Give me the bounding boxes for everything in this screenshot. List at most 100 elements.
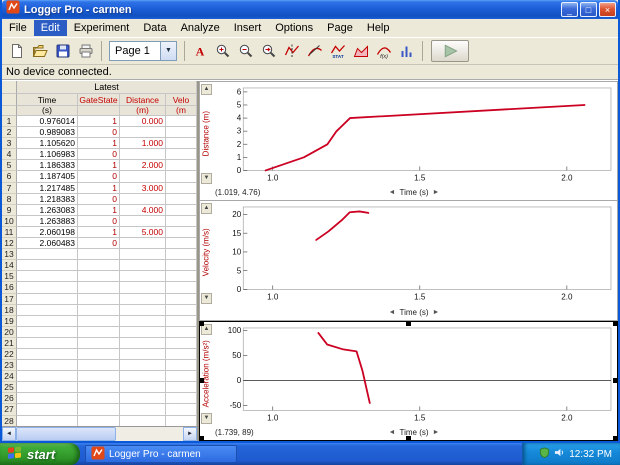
cell-time[interactable] — [17, 304, 78, 316]
examine-icon[interactable] — [281, 40, 303, 62]
cell-distance[interactable] — [120, 127, 166, 139]
x-axis-scroll-right-icon[interactable]: ► — [433, 307, 440, 318]
row-number[interactable]: 15 — [2, 271, 17, 283]
row-number[interactable]: 5 — [2, 160, 17, 172]
cell-time[interactable] — [17, 371, 78, 383]
cell-distance[interactable] — [120, 415, 166, 426]
row-number[interactable]: 11 — [2, 226, 17, 239]
menu-data[interactable]: Data — [136, 20, 173, 36]
row-number[interactable]: 23 — [2, 360, 17, 372]
menu-insert[interactable]: Insert — [227, 20, 269, 36]
cell-time[interactable] — [17, 382, 78, 394]
cell-distance[interactable] — [120, 238, 166, 250]
save-icon[interactable] — [52, 40, 74, 62]
menu-analyze[interactable]: Analyze — [174, 20, 227, 36]
cell-velocity[interactable] — [166, 204, 197, 216]
open-file-icon[interactable] — [29, 40, 51, 62]
row-number[interactable]: 22 — [2, 348, 17, 361]
row-number[interactable]: 14 — [2, 260, 17, 272]
row-number[interactable]: 4 — [2, 149, 17, 161]
cell-time[interactable] — [17, 271, 78, 283]
cell-time[interactable]: 2.060483 — [17, 238, 78, 250]
cell-distance[interactable] — [120, 326, 166, 338]
cell-distance[interactable]: 0.000 — [120, 116, 166, 128]
cell-velocity[interactable] — [166, 360, 197, 372]
cell-velocity[interactable] — [166, 415, 197, 426]
row-number[interactable]: 19 — [2, 315, 17, 327]
cell-velocity[interactable] — [166, 249, 197, 261]
cell-time[interactable] — [17, 360, 78, 372]
row-number[interactable]: 20 — [2, 326, 17, 338]
x-axis-scroll-left-icon[interactable]: ◄ — [389, 427, 396, 438]
cell-time[interactable]: 1.263083 — [17, 204, 78, 216]
resize-handle[interactable] — [199, 435, 204, 441]
cell-velocity[interactable] — [166, 348, 197, 361]
fft-icon[interactable] — [396, 40, 418, 62]
cell-gatestate[interactable]: 1 — [78, 116, 120, 128]
close-button[interactable]: × — [599, 2, 616, 17]
cell-distance[interactable] — [120, 393, 166, 405]
autoscale-icon[interactable]: A — [189, 40, 211, 62]
row-number[interactable]: 16 — [2, 282, 17, 294]
cell-gatestate[interactable] — [78, 304, 120, 316]
cell-distance[interactable]: 5.000 — [120, 226, 166, 239]
y-axis-scroll-up-icon[interactable]: ▲ — [201, 203, 212, 215]
tray-shield-icon[interactable] — [539, 447, 550, 461]
menu-help[interactable]: Help — [360, 20, 397, 36]
plot-area[interactable]: -50 0 50 100 1.0 1.5 2.0 — [213, 323, 615, 425]
cell-velocity[interactable] — [166, 160, 197, 172]
page-selector-dropdown[interactable]: Page 1 ▼ — [109, 41, 177, 61]
cell-time[interactable] — [17, 393, 78, 405]
cell-velocity[interactable] — [166, 304, 197, 316]
cell-distance[interactable] — [120, 293, 166, 305]
cell-time[interactable] — [17, 249, 78, 261]
cell-velocity[interactable] — [166, 260, 197, 272]
cell-gatestate[interactable] — [78, 249, 120, 261]
cell-distance[interactable] — [120, 304, 166, 316]
cell-time[interactable] — [17, 293, 78, 305]
cell-distance[interactable] — [120, 360, 166, 372]
cell-distance[interactable] — [120, 171, 166, 183]
row-number[interactable]: 26 — [2, 393, 17, 405]
column-header-distance[interactable]: Distance — [120, 94, 166, 106]
cell-velocity[interactable] — [166, 127, 197, 139]
cell-distance[interactable] — [120, 382, 166, 394]
scrollbar-thumb[interactable] — [16, 427, 116, 441]
cell-velocity[interactable] — [166, 282, 197, 294]
cell-time[interactable]: 1.217485 — [17, 182, 78, 194]
cell-distance[interactable]: 3.000 — [120, 182, 166, 194]
cell-time[interactable] — [17, 315, 78, 327]
row-number[interactable]: 9 — [2, 204, 17, 216]
row-number[interactable]: 3 — [2, 138, 17, 150]
scroll-left-icon[interactable]: ◄ — [2, 427, 16, 441]
menu-experiment[interactable]: Experiment — [67, 20, 137, 36]
cell-gatestate[interactable] — [78, 360, 120, 372]
cell-distance[interactable]: 2.000 — [120, 160, 166, 172]
cell-velocity[interactable] — [166, 193, 197, 205]
cell-velocity[interactable] — [166, 149, 197, 161]
plot-area[interactable]: 0 1 2 3 4 5 6 1.0 1.5 2.0 — [213, 83, 615, 185]
cell-distance[interactable] — [120, 371, 166, 383]
zoom-out-icon[interactable] — [235, 40, 257, 62]
cell-velocity[interactable] — [166, 382, 197, 394]
cell-distance[interactable] — [120, 149, 166, 161]
integrate-icon[interactable] — [350, 40, 372, 62]
cell-gatestate[interactable] — [78, 404, 120, 416]
resize-handle[interactable] — [613, 377, 618, 383]
cell-time[interactable]: 1.106983 — [17, 149, 78, 161]
cell-velocity[interactable] — [166, 293, 197, 305]
minimize-button[interactable]: _ — [561, 2, 578, 17]
chevron-down-icon[interactable]: ▼ — [160, 42, 176, 60]
row-number[interactable]: 8 — [2, 193, 17, 205]
cell-time[interactable]: 1.105620 — [17, 138, 78, 150]
resize-handle[interactable] — [199, 377, 204, 383]
title-bar[interactable]: Logger Pro - carmen _ □ × — [2, 0, 618, 19]
cell-velocity[interactable] — [166, 215, 197, 227]
cell-time[interactable]: 2.060198 — [17, 226, 78, 239]
row-number[interactable]: 27 — [2, 404, 17, 416]
resize-handle[interactable] — [405, 320, 411, 326]
column-header-velo[interactable]: Velo — [166, 94, 197, 106]
row-number[interactable]: 17 — [2, 293, 17, 305]
cell-velocity[interactable] — [166, 138, 197, 150]
zoom-undo-icon[interactable] — [258, 40, 280, 62]
